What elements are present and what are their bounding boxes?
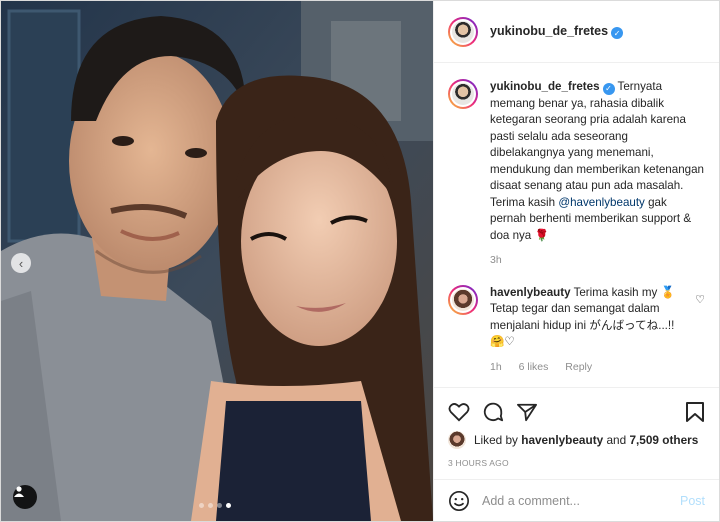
comment-input[interactable] bbox=[482, 493, 680, 508]
post-header: yukinobu_de_fretes ✓ bbox=[434, 1, 719, 63]
author-avatar[interactable] bbox=[448, 16, 478, 47]
likes-summary[interactable]: Liked by havenlybeauty and 7,509 others bbox=[448, 431, 705, 449]
instagram-post: ‹ yukinobu_de_fretes ✓ yukinobu_de_frete… bbox=[0, 0, 720, 522]
author-username[interactable]: yukinobu_de_fretes ✓ bbox=[490, 24, 624, 40]
comment-icon bbox=[483, 402, 504, 422]
tagged-users-button[interactable] bbox=[13, 485, 37, 509]
share-button[interactable] bbox=[516, 402, 538, 422]
caption-age[interactable]: 3h bbox=[490, 254, 502, 266]
reply-comment: havenlybeauty Terima kasih my 🏅 Tetap te… bbox=[448, 284, 705, 376]
like-button[interactable] bbox=[448, 402, 470, 422]
like-comment-heart-icon[interactable]: ♡ bbox=[695, 293, 705, 306]
likes-middle: and bbox=[606, 433, 627, 447]
post-sidebar: yukinobu_de_fretes ✓ yukinobu_de_fretes ✓ … bbox=[433, 1, 719, 521]
liker-avatar bbox=[448, 431, 466, 449]
reply-username[interactable]: havenlybeauty bbox=[490, 286, 571, 299]
caption-text-1: Ternyata memang benar ya, rahasia dibali… bbox=[490, 80, 704, 209]
verified-icon: ✓ bbox=[611, 27, 624, 40]
likes-prefix: Liked by bbox=[474, 433, 518, 447]
carousel-dot bbox=[208, 503, 213, 508]
caption-username[interactable]: yukinobu_de_fretes bbox=[490, 80, 600, 93]
user-tag-icon bbox=[14, 486, 24, 497]
couple-selfie-image bbox=[1, 1, 433, 521]
post-photo[interactable]: ‹ bbox=[1, 1, 433, 521]
reply-likes[interactable]: 6 likes bbox=[519, 361, 549, 373]
reply-author-avatar[interactable] bbox=[448, 284, 478, 315]
emoji-icon[interactable] bbox=[448, 490, 470, 512]
likes-user[interactable]: havenlybeauty bbox=[521, 433, 603, 447]
caption-mention-link[interactable]: @havenlybeauty bbox=[558, 196, 645, 209]
reply-button[interactable]: Reply bbox=[565, 361, 592, 373]
add-comment-bar: Post bbox=[434, 479, 719, 521]
rose-emoji: 🌹 bbox=[534, 228, 549, 242]
caption-comment: yukinobu_de_fretes ✓ Ternyata memang bena… bbox=[448, 79, 705, 269]
post-comment-button[interactable]: Post bbox=[680, 494, 705, 508]
carousel-dot bbox=[217, 503, 222, 508]
previous-photo-button[interactable]: ‹ bbox=[11, 253, 31, 273]
save-button[interactable] bbox=[685, 401, 705, 423]
share-icon bbox=[517, 403, 537, 422]
carousel-dot-active bbox=[226, 503, 231, 508]
caption-author-avatar[interactable] bbox=[448, 79, 478, 109]
comment-button[interactable] bbox=[482, 401, 504, 423]
post-timestamp[interactable]: 3 HOURS AGO bbox=[448, 458, 705, 468]
post-actions: Liked by havenlybeauty and 7,509 others … bbox=[434, 387, 719, 479]
verified-icon: ✓ bbox=[602, 83, 615, 96]
carousel-indicator bbox=[199, 503, 231, 508]
comments-section: yukinobu_de_fretes ✓ Ternyata memang bena… bbox=[434, 63, 719, 387]
likes-others[interactable]: 7,509 others bbox=[629, 433, 698, 447]
bookmark-icon bbox=[686, 402, 704, 422]
heart-icon bbox=[448, 403, 470, 422]
reply-age[interactable]: 1h bbox=[490, 361, 502, 373]
carousel-dot bbox=[199, 503, 204, 508]
chevron-left-icon: ‹ bbox=[18, 255, 24, 271]
